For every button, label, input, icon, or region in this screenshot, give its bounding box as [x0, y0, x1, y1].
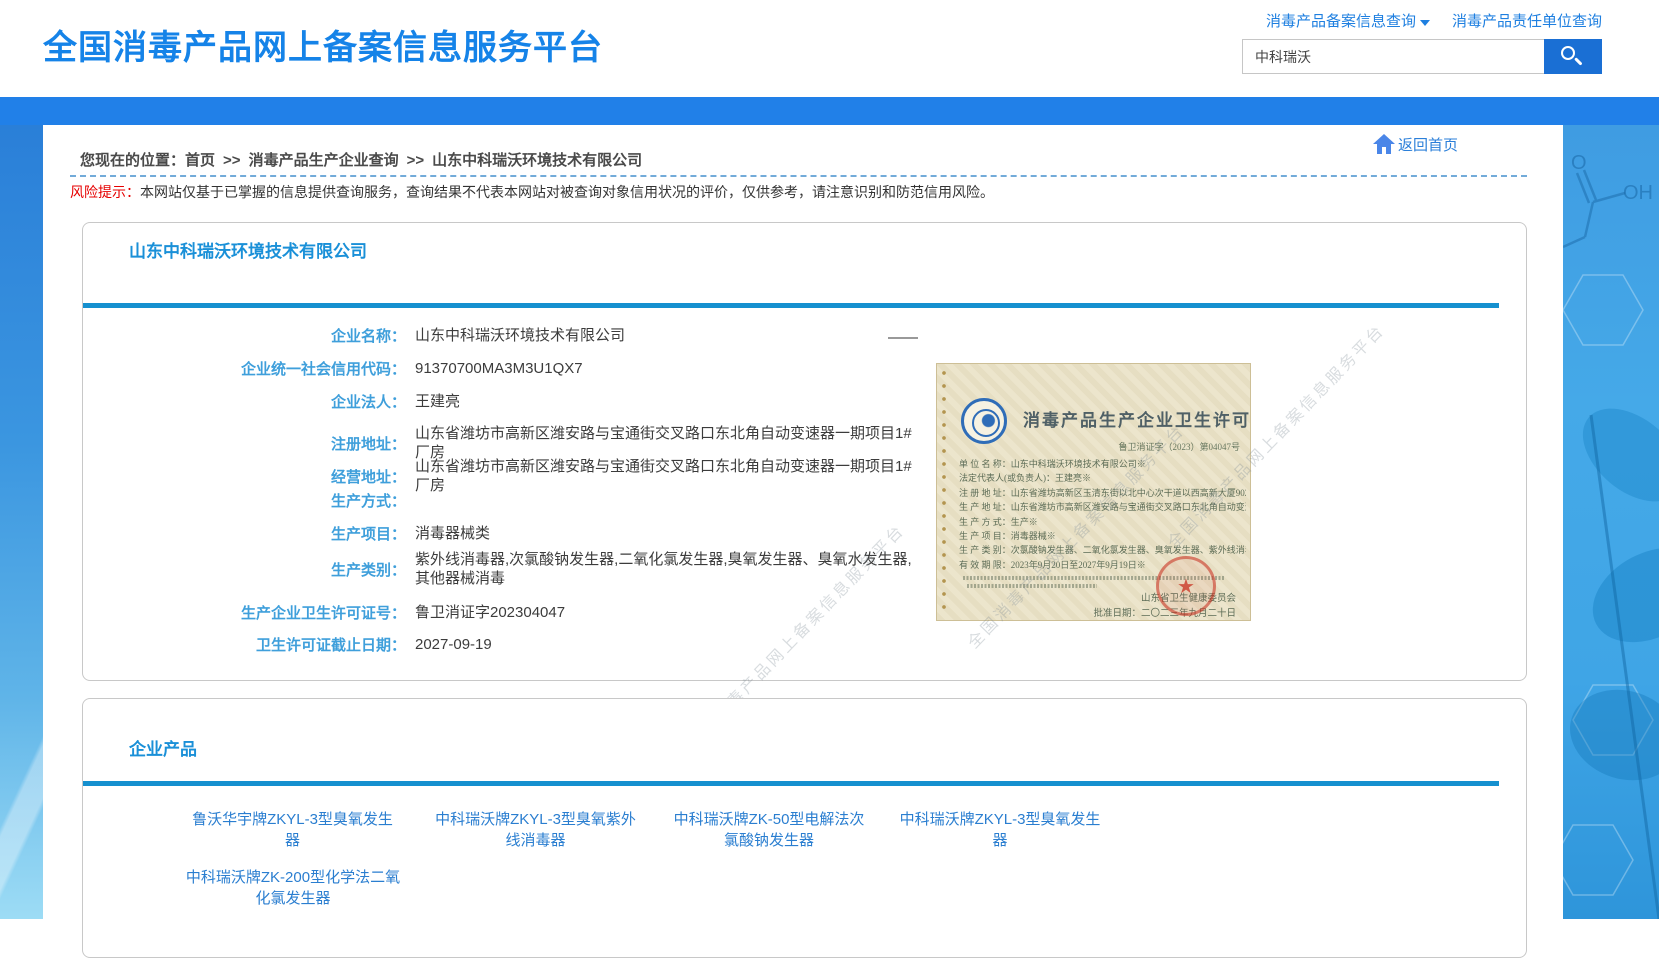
- license-certificate-image: 消毒产品生产企业卫生许可证 鲁卫消证字（2023）第04047号 单 位 名 称…: [936, 363, 1251, 621]
- breadcrumb-home[interactable]: 首页: [185, 152, 215, 169]
- site-title: 全国消毒产品网上备案信息服务平台: [43, 20, 603, 69]
- field-label: 卫生许可证截止日期：: [83, 634, 406, 655]
- field-label: 经营地址：: [83, 466, 406, 487]
- nav-link-filing-label: 消毒产品备案信息查询: [1266, 13, 1416, 30]
- flower-petals: [1563, 390, 1659, 794]
- field-row-company-name: 企业名称： 山东中科瑞沃环境技术有限公司: [83, 325, 625, 346]
- left-background-strip: [0, 125, 43, 919]
- field-value: 山东省潍坊市高新区潍安路与宝通街交叉路口东北角自动变速器一期项目1#厂房: [415, 457, 925, 495]
- field-label: 企业名称：: [83, 325, 406, 346]
- products-card-title: 企业产品: [129, 735, 197, 760]
- search-bar: [1242, 39, 1602, 74]
- certificate-line: 生 产 方 式：生产※: [959, 515, 1246, 529]
- products-row: 鲁沃华宇牌ZKYL-3型臭氧发生器 中科瑞沃牌ZKYL-3型臭氧紫外线消毒器 中…: [185, 809, 1105, 851]
- certificate-lines: 单 位 名 称：山东中科瑞沃环境技术有限公司※ 法定代表人(或负责人)：王建亮※…: [959, 457, 1246, 572]
- back-home-label: 返回首页: [1398, 134, 1458, 155]
- product-link[interactable]: 鲁沃华宇牌ZKYL-3型臭氧发生器: [185, 809, 400, 851]
- breadcrumb-prefix: 您现在的位置：: [80, 152, 185, 169]
- breadcrumb: 您现在的位置：首页 >> 消毒产品生产企业查询 >> 山东中科瑞沃环境技术有限公司: [80, 149, 642, 170]
- field-value: 山东中科瑞沃环境技术有限公司: [415, 326, 625, 345]
- field-value: 鲁卫消证字202304047: [415, 603, 565, 622]
- title-underline: [83, 781, 1499, 786]
- breadcrumb-current: 山东中科瑞沃环境技术有限公司: [432, 152, 642, 169]
- field-row-production-mode: 生产方式：: [83, 490, 415, 511]
- field-label: 生产项目：: [83, 523, 406, 544]
- field-label: 企业统一社会信用代码：: [83, 358, 406, 379]
- header-right: 消毒产品备案信息查询 消毒产品责任单位查询: [1242, 10, 1602, 74]
- product-link[interactable]: 中科瑞沃牌ZKYL-3型臭氧紫外线消毒器: [428, 809, 643, 851]
- company-info-card: 山东中科瑞沃环境技术有限公司 企业名称： 山东中科瑞沃环境技术有限公司 企业统一…: [82, 222, 1527, 681]
- certificate-fine-print: [967, 584, 1097, 588]
- nav-link-filing-query[interactable]: 消毒产品备案信息查询: [1266, 10, 1430, 31]
- search-button[interactable]: [1544, 39, 1602, 74]
- company-products-card: 企业产品 鲁沃华宇牌ZKYL-3型臭氧发生器 中科瑞沃牌ZKYL-3型臭氧紫外线…: [82, 698, 1527, 958]
- molecule-o-label: O: [1571, 152, 1587, 174]
- breadcrumb-separator: >>: [407, 152, 425, 169]
- field-row-production-category: 生产类别： 紫外线消毒器,次氯酸钠发生器,二氧化氯发生器,臭氧发生器、臭氧水发生…: [83, 550, 925, 588]
- products-row: 中科瑞沃牌ZK-200型化学法二氧化氯发生器: [179, 867, 407, 909]
- field-row-license-expiry: 卫生许可证截止日期： 2027-09-19: [83, 634, 492, 655]
- field-row-production-project: 生产项目： 消毒器械类: [83, 523, 490, 544]
- risk-notice-text: 本网站仅基于已掌握的信息提供查询服务，查询结果不代表本网站对被查询对象信用状况的…: [140, 184, 994, 200]
- chevron-down-icon: [1420, 20, 1430, 26]
- field-value: 2027-09-19: [415, 635, 492, 654]
- header-blue-band: [0, 97, 1659, 125]
- certificate-emblem-icon: [961, 398, 1007, 444]
- breadcrumb-separator: >>: [223, 152, 241, 169]
- field-value: 王建亮: [415, 392, 460, 411]
- back-home-link[interactable]: 返回首页: [1372, 133, 1458, 155]
- right-background-strip: O OH: [1563, 125, 1659, 919]
- field-label: 生产类别：: [83, 559, 406, 580]
- company-card-title: 山东中科瑞沃环境技术有限公司: [129, 237, 367, 262]
- search-icon: [1561, 46, 1575, 60]
- certificate-line: 生 产 地 址：山东省潍坊市高新区潍安路与宝通街交叉路口东北角自动变速器一期项目…: [959, 500, 1246, 514]
- product-link[interactable]: 中科瑞沃牌ZK-50型电解法次氯酸钠发生器: [671, 809, 867, 851]
- field-label: 生产方式：: [83, 490, 406, 511]
- molecule-flower-graphic: O OH: [1563, 125, 1659, 919]
- risk-notice-label: 风险提示：: [70, 184, 140, 200]
- home-icon: [1372, 133, 1396, 155]
- search-input[interactable]: [1242, 39, 1544, 74]
- dashed-divider: [70, 175, 1527, 177]
- field-row-license-number: 生产企业卫生许可证号： 鲁卫消证字202304047: [83, 602, 565, 623]
- certificate-code: 鲁卫消证字（2023）第04047号: [1118, 440, 1240, 453]
- risk-notice: 风险提示：本网站仅基于已掌握的信息提供查询服务，查询结果不代表本网站对被查询对象…: [70, 182, 994, 202]
- certificate-line: 生 产 项 目：消毒器械※: [959, 529, 1246, 543]
- product-link[interactable]: 中科瑞沃牌ZKYL-3型臭氧发生器: [895, 809, 1105, 851]
- field-value: 消毒器械类: [415, 524, 490, 543]
- nav-link-responsible-query[interactable]: 消毒产品责任单位查询: [1452, 10, 1602, 31]
- top-nav: 消毒产品备案信息查询 消毒产品责任单位查询: [1242, 10, 1602, 31]
- certificate-line: 生 产 类 别：次氯酸钠发生器、二氧化氯发生器、臭氧发生器、紫外线消毒器: [959, 543, 1246, 557]
- certificate-line: 单 位 名 称：山东中科瑞沃环境技术有限公司※: [959, 457, 1246, 471]
- field-row-credit-code: 企业统一社会信用代码： 91370700MA3M3U1QX7: [83, 358, 583, 379]
- product-link[interactable]: 中科瑞沃牌ZK-200型化学法二氧化氯发生器: [179, 867, 407, 909]
- breadcrumb-section[interactable]: 消毒产品生产企业查询: [249, 152, 399, 169]
- dash-artifact: [888, 337, 918, 339]
- title-underline: [83, 303, 1499, 308]
- field-label: 生产企业卫生许可证号：: [83, 602, 406, 623]
- field-value: 91370700MA3M3U1QX7: [415, 359, 583, 378]
- red-seal-icon: ★: [1156, 556, 1216, 616]
- molecule-oh-label: OH: [1623, 182, 1653, 204]
- field-value: 紫外线消毒器,次氯酸钠发生器,二氧化氯发生器,臭氧发生器、臭氧水发生器,其他器械…: [415, 550, 925, 588]
- field-label: 注册地址：: [83, 433, 406, 454]
- certificate-line: 法定代表人(或负责人)：王建亮※: [959, 471, 1246, 485]
- field-label: 企业法人：: [83, 391, 406, 412]
- certificate-line: 注 册 地 址：山东省潍坊高新区玉清东街以北中心次干道以西高新大厦902号科研: [959, 486, 1246, 500]
- field-row-legal-person: 企业法人： 王建亮: [83, 391, 460, 412]
- certificate-title: 消毒产品生产企业卫生许可证: [1023, 406, 1251, 431]
- certificate-binding-holes: [940, 368, 949, 616]
